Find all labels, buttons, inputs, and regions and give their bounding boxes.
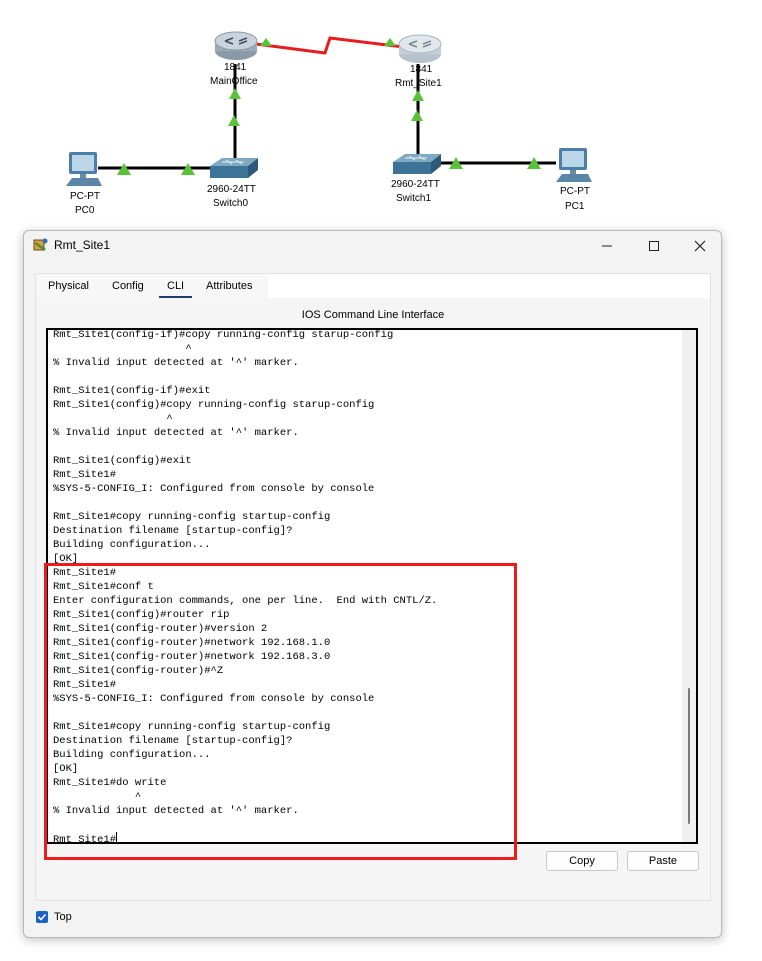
device-name-label: Rmt_Site1 [395,78,442,89]
minimize-icon [602,245,612,247]
console-prompt-line[interactable]: Rmt_Site1# [53,832,673,844]
maximize-icon [649,241,659,251]
link-up-indicator [228,115,240,126]
link-up-indicator [412,90,424,101]
paste-button[interactable]: Paste [627,851,699,871]
console-line: Rmt_Site1(config-if)#copy running-config… [53,329,394,341]
device-window: Rmt_Site1 Physical Config CLI Attributes… [23,230,722,938]
top-checkbox-label: Top [54,911,72,923]
device-name-label: PC1 [565,201,585,212]
console-line: Rmt_Site1(config-router)#network 192.168… [53,637,331,649]
console-line: % Invalid input detected at '^' marker. [53,427,299,439]
console-line: ^ [53,791,142,803]
topology-links [98,36,556,175]
checkmark-icon [37,913,47,921]
console-line: Rmt_Site1#copy running-config startup-co… [53,511,331,523]
tab-attributes[interactable]: Attributes [206,280,252,296]
console-line: [OK] [53,763,79,775]
console-line: Rmt_Site1(config-router)#^Z [53,665,224,677]
device-model-label: PC-PT [560,186,590,197]
switch-icon[interactable] [391,152,443,178]
window-title: Rmt_Site1 [54,238,111,252]
device-model-label: PC-PT [70,191,100,202]
device-model-label: 2960-24TT [391,179,440,190]
console-line: Rmt_Site1(config)#router rip [53,609,230,621]
device-model-label: 1841 [224,62,247,73]
console-line: ^ [53,413,173,425]
console-line: [OK] [53,553,79,565]
console-line: ^ [53,343,192,355]
tab-bar: Physical Config CLI Attributes [36,274,268,299]
console-line: Enter configuration commands, one per li… [53,595,438,607]
device-name-label: Switch0 [213,198,249,209]
console-line: % Invalid input detected at '^' marker. [53,357,299,369]
link-up-indicator [260,38,272,46]
topology-canvas[interactable]: 1841 MainOffice 1841 Rmt_Site1 2960-24TT… [0,0,762,222]
serial-link [255,36,405,55]
packet-tracer-app-icon [33,238,48,251]
pc-icon[interactable] [554,146,594,184]
router-icon[interactable] [213,28,259,62]
console-prompt: Rmt_Site1# [53,834,117,844]
top-checkbox-option[interactable]: Top [36,911,72,923]
cli-heading: IOS Command Line Interface [301,309,445,321]
link-up-indicator [384,38,396,46]
console-output: Rmt_Site1(config-if)#copy running-config… [53,329,673,844]
minimize-button[interactable] [585,233,629,259]
console-line: %SYS-5-CONFIG_I: Configured from console… [53,483,375,495]
text-cursor [116,832,118,842]
scrollbar-thumb[interactable] [688,688,690,824]
switch-icon[interactable] [208,156,260,182]
link-status-indicators [117,38,541,175]
console-line: Destination filename [startup-config]? [53,735,293,747]
title-bar[interactable]: Rmt_Site1 [24,231,721,259]
tab-physical[interactable]: Physical [48,280,89,296]
console-line: Destination filename [startup-config]? [53,525,293,537]
console-line: Rmt_Site1# [53,567,117,579]
console-line: Rmt_Site1(config-if)#exit [53,385,211,397]
device-name-label: MainOffice [210,76,258,87]
close-button[interactable] [678,233,722,259]
link-up-indicator [229,88,241,99]
device-model-label: 1841 [410,64,433,75]
device-model-label: 2960-24TT [207,184,256,195]
console-line: Rmt_Site1#conf t [53,581,154,593]
console-line: % Invalid input detected at '^' marker. [53,805,299,817]
device-name-label: Switch1 [396,193,432,204]
tab-cli[interactable]: CLI [159,280,193,299]
link-up-indicator [411,110,423,121]
console-scrollbar[interactable] [682,330,696,842]
console-line: Building configuration... [53,539,211,551]
device-name-label: PC0 [75,205,95,216]
tab-config[interactable]: Config [112,280,144,296]
router-icon[interactable] [397,31,443,65]
top-checkbox[interactable] [36,911,48,923]
console-line: Rmt_Site1#copy running-config startup-co… [53,721,331,733]
maximize-button[interactable] [632,233,676,259]
copy-button[interactable]: Copy [546,851,618,871]
device-dialog-content: Physical Config CLI Attributes IOS Comma… [35,273,711,901]
console-line: %SYS-5-CONFIG_I: Configured from console… [53,693,375,705]
cli-panel: IOS Command Line Interface Rmt_Site1(con… [36,298,710,900]
console-line: Building configuration... [53,749,211,761]
console-line: Rmt_Site1#do write [53,777,167,789]
console-line: Rmt_Site1(config-router)#network 192.168… [53,651,331,663]
console-line: Rmt_Site1# [53,469,117,481]
console-line: Rmt_Site1# [53,679,117,691]
pc-icon[interactable] [64,150,104,188]
console-line: Rmt_Site1(config)#exit [53,455,192,467]
close-icon [694,240,706,252]
console-line: Rmt_Site1(config-router)#version 2 [53,623,268,635]
console-line: Rmt_Site1(config)#copy running-config st… [53,399,375,411]
cli-console[interactable]: Rmt_Site1(config-if)#copy running-config… [46,328,698,844]
